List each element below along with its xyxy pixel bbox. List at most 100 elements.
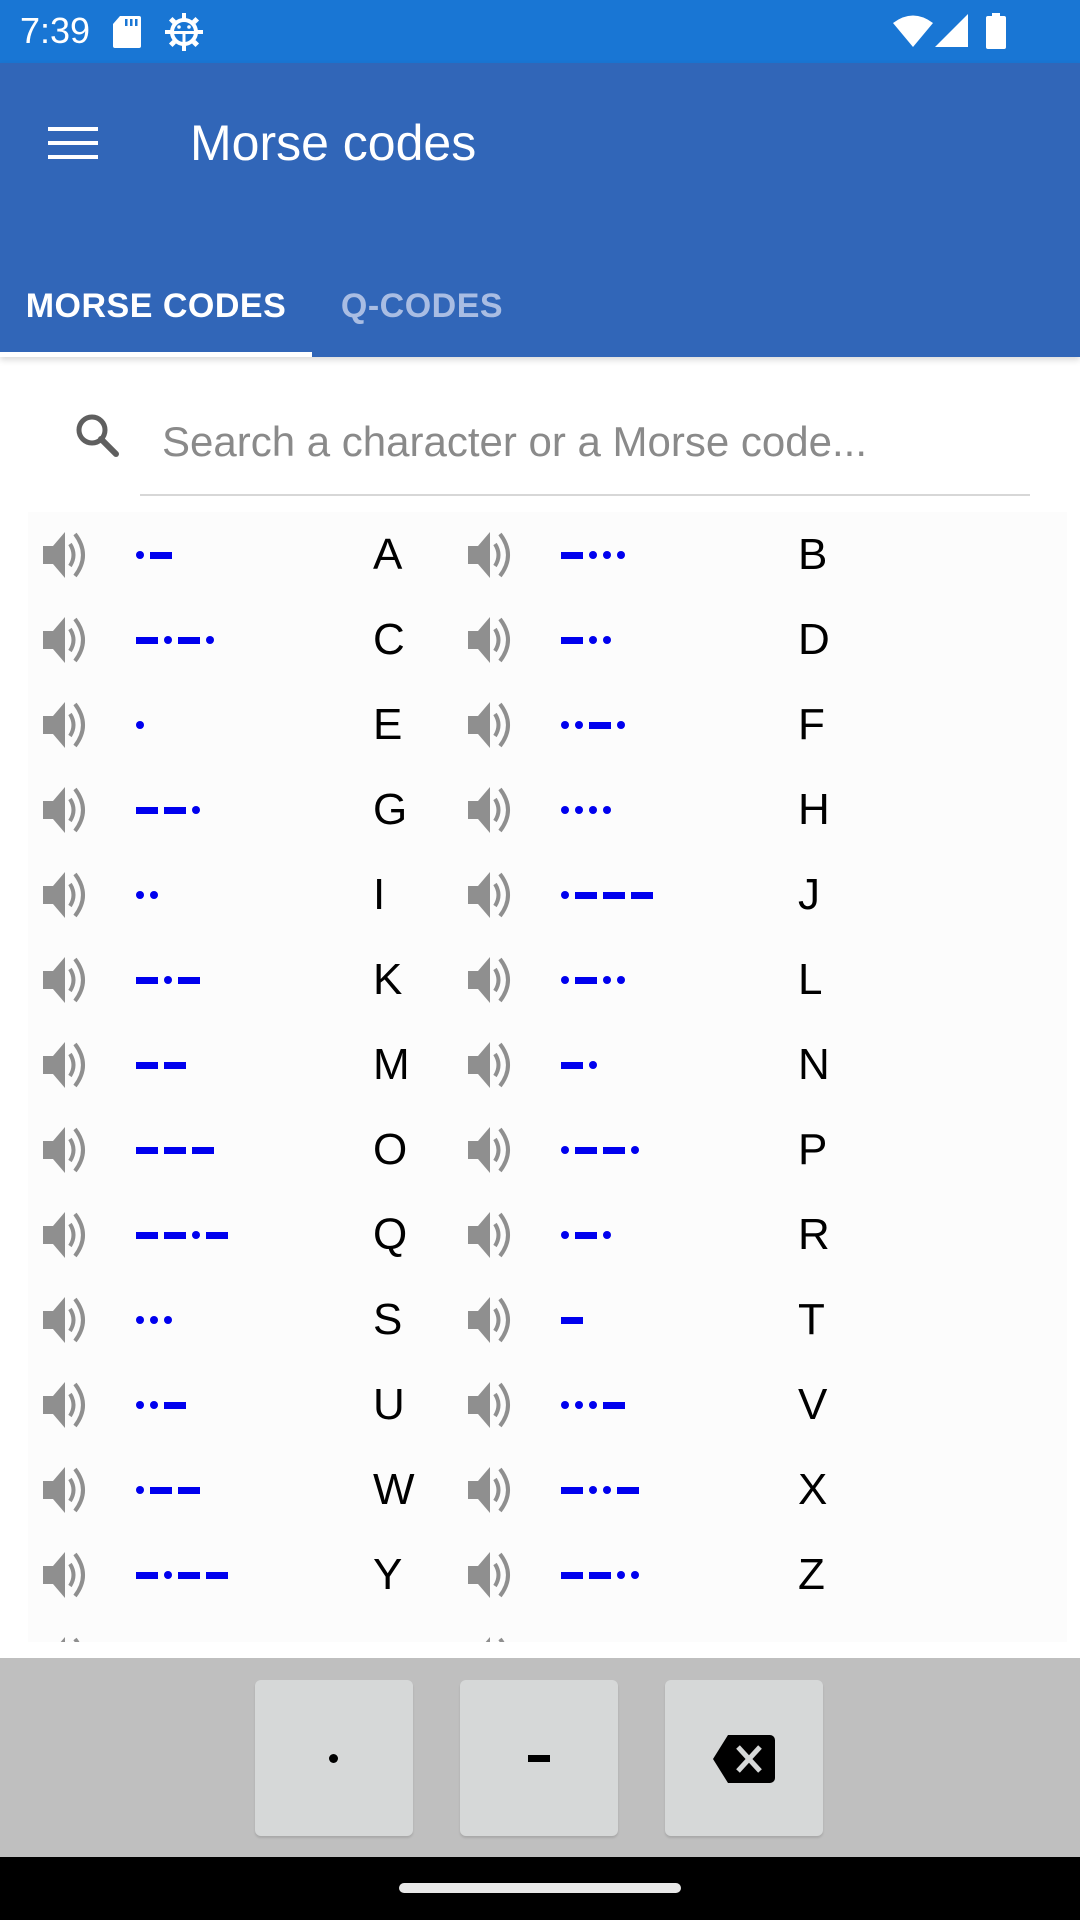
speaker-icon[interactable] [466, 615, 516, 665]
speaker-icon[interactable] [466, 1040, 516, 1090]
morse-code [136, 890, 164, 900]
dash-key[interactable] [460, 1680, 618, 1836]
speaker-icon[interactable] [466, 1210, 516, 1260]
morse-code [136, 720, 150, 730]
character-label: M [373, 1040, 410, 1089]
morse-dot [206, 636, 214, 644]
tab-q-codes[interactable]: Q-CODES [312, 255, 532, 357]
character-label: X [798, 1465, 828, 1514]
morse-dot [136, 551, 144, 559]
speaker-icon[interactable] [466, 785, 516, 835]
morse-dash [631, 891, 653, 899]
morse-dash [603, 1146, 625, 1154]
speaker-icon[interactable] [41, 1550, 91, 1600]
morse-dot [150, 1401, 158, 1409]
list-item[interactable] [453, 1617, 973, 1642]
character-label: L [798, 955, 823, 1004]
speaker-icon[interactable] [41, 530, 91, 580]
search-input[interactable] [160, 401, 1014, 483]
speaker-icon[interactable] [466, 1465, 516, 1515]
morse-keyboard [0, 1658, 1080, 1857]
morse-dash [561, 636, 583, 644]
morse-code [561, 1230, 617, 1240]
speaker-icon[interactable] [41, 1040, 91, 1090]
list-row: KL [28, 937, 1067, 1022]
speaker-icon[interactable] [41, 785, 91, 835]
speaker-icon[interactable] [41, 870, 91, 920]
list-item[interactable]: V [453, 1362, 973, 1447]
wifi-icon [893, 15, 933, 47]
list-item[interactable]: X [453, 1447, 973, 1532]
list-item[interactable]: L [453, 937, 973, 1022]
morse-dash [617, 1486, 639, 1494]
list-item[interactable]: B [453, 512, 973, 597]
speaker-icon[interactable] [466, 530, 516, 580]
speaker-icon[interactable] [41, 700, 91, 750]
morse-dash [136, 1061, 158, 1069]
list-item[interactable]: P [453, 1107, 973, 1192]
morse-dot [136, 1316, 144, 1324]
list-item[interactable]: N [453, 1022, 973, 1107]
speaker-icon[interactable] [466, 1295, 516, 1345]
tab-morse-codes[interactable]: MORSE CODES [0, 255, 312, 357]
morse-dot [617, 1571, 625, 1579]
morse-dot [603, 636, 611, 644]
speaker-icon[interactable] [466, 1635, 516, 1642]
hamburger-menu-icon-bar [48, 155, 98, 159]
speaker-icon[interactable] [41, 1295, 91, 1345]
speaker-icon[interactable] [466, 1380, 516, 1430]
morse-dot [603, 976, 611, 984]
speaker-icon[interactable] [41, 1465, 91, 1515]
morse-code [561, 1485, 645, 1495]
morse-code-list[interactable]: ABCDEFGHIJKLMNOPQRSTUVWXYZ [28, 512, 1067, 1642]
character-label: D [798, 615, 830, 664]
speaker-icon[interactable] [41, 1125, 91, 1175]
speaker-icon[interactable] [466, 870, 516, 920]
home-gesture-bar[interactable] [399, 1883, 681, 1893]
morse-dot [575, 721, 583, 729]
speaker-icon[interactable] [41, 615, 91, 665]
character-label: Q [373, 1210, 408, 1259]
morse-dot [561, 806, 569, 814]
dot-key[interactable] [255, 1680, 413, 1836]
character-label: N [798, 1040, 830, 1089]
morse-code [136, 1400, 192, 1410]
menu-button[interactable] [40, 111, 104, 175]
morse-dash [575, 976, 597, 984]
morse-dot [150, 1316, 158, 1324]
morse-code [136, 1485, 206, 1495]
list-item[interactable]: D [453, 597, 973, 682]
morse-dash [136, 1146, 158, 1154]
morse-dot [192, 1231, 200, 1239]
morse-dash [164, 1401, 186, 1409]
navigation-bar [0, 1857, 1080, 1920]
list-item[interactable]: J [453, 852, 973, 937]
speaker-icon[interactable] [466, 700, 516, 750]
speaker-icon[interactable] [41, 1210, 91, 1260]
morse-code [561, 1315, 589, 1325]
list-item[interactable]: T [453, 1277, 973, 1362]
speaker-icon[interactable] [41, 1635, 91, 1642]
list-item[interactable]: H [453, 767, 973, 852]
morse-dash [575, 1231, 597, 1239]
speaker-icon[interactable] [41, 955, 91, 1005]
morse-dot [561, 1401, 569, 1409]
list-item[interactable]: F [453, 682, 973, 767]
backspace-key[interactable] [665, 1680, 823, 1836]
list-row [28, 1617, 1067, 1642]
android-debug-icon [165, 13, 203, 51]
speaker-icon[interactable] [466, 955, 516, 1005]
morse-dash [136, 1571, 158, 1579]
morse-dot [603, 806, 611, 814]
morse-dash [561, 1571, 583, 1579]
search-icon [76, 414, 119, 457]
morse-dash [150, 1486, 172, 1494]
morse-dot [589, 1401, 597, 1409]
list-item[interactable]: Z [453, 1532, 973, 1617]
morse-code [136, 635, 220, 645]
speaker-icon[interactable] [466, 1550, 516, 1600]
morse-dot [575, 1401, 583, 1409]
list-item[interactable]: R [453, 1192, 973, 1277]
speaker-icon[interactable] [41, 1380, 91, 1430]
speaker-icon[interactable] [466, 1125, 516, 1175]
